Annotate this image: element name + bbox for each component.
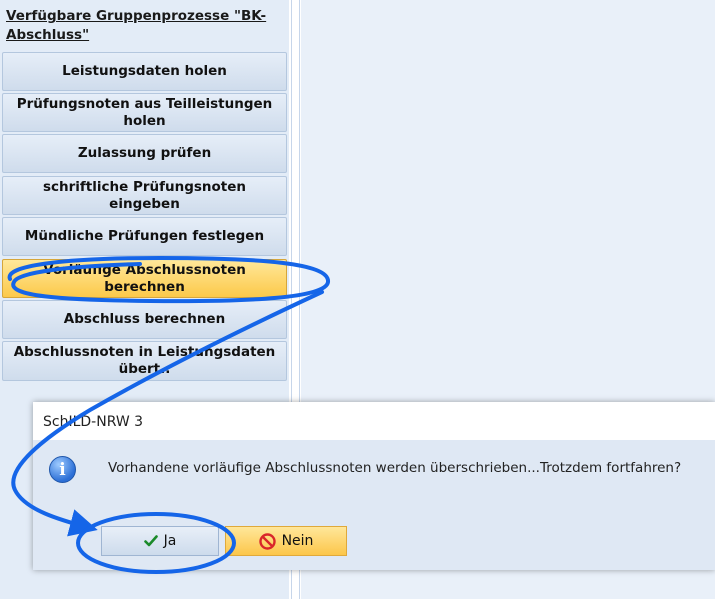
vorlaeufige-abschlussnoten-button[interactable]: Vorläufige Abschlussnoten berechnen: [2, 259, 287, 298]
yes-button-label: Ja: [163, 533, 177, 549]
yes-button[interactable]: Ja: [101, 526, 219, 556]
leistungsdaten-holen-button[interactable]: Leistungsdaten holen: [2, 52, 287, 91]
checkmark-icon: [143, 535, 158, 547]
zulassung-pruefen-button[interactable]: Zulassung prüfen: [2, 134, 287, 173]
panel-title: Verfügbare Gruppenprozesse "BK-Abschluss…: [6, 8, 267, 43]
no-button-label: Nein: [281, 533, 314, 549]
dialog-message: Vorhandene vorläufige Abschlussnoten wer…: [108, 460, 682, 476]
schriftliche-noten-button[interactable]: schriftliche Prüfungsnoten eingeben: [2, 176, 287, 215]
dialog-title: SchILD-NRW 3: [43, 414, 144, 430]
no-entry-icon: [258, 532, 276, 550]
no-button[interactable]: Nein: [225, 526, 347, 556]
pruefungsnoten-holen-button[interactable]: Prüfungsnoten aus Teilleistungen holen: [2, 93, 287, 132]
dialog-body: i Vorhandene vorläufige Abschlussnoten w…: [33, 440, 715, 570]
abschlussnoten-uebertragen-button[interactable]: Abschlussnoten in Leistungsdaten übert..: [2, 341, 287, 381]
muendliche-pruefungen-button[interactable]: Mündliche Prüfungen festlegen: [2, 217, 287, 256]
confirm-dialog: SchILD-NRW 3 i Vorhandene vorläufige Abs…: [33, 402, 715, 570]
abschluss-berechnen-button[interactable]: Abschluss berechnen: [2, 300, 287, 339]
info-icon: i: [49, 456, 76, 483]
